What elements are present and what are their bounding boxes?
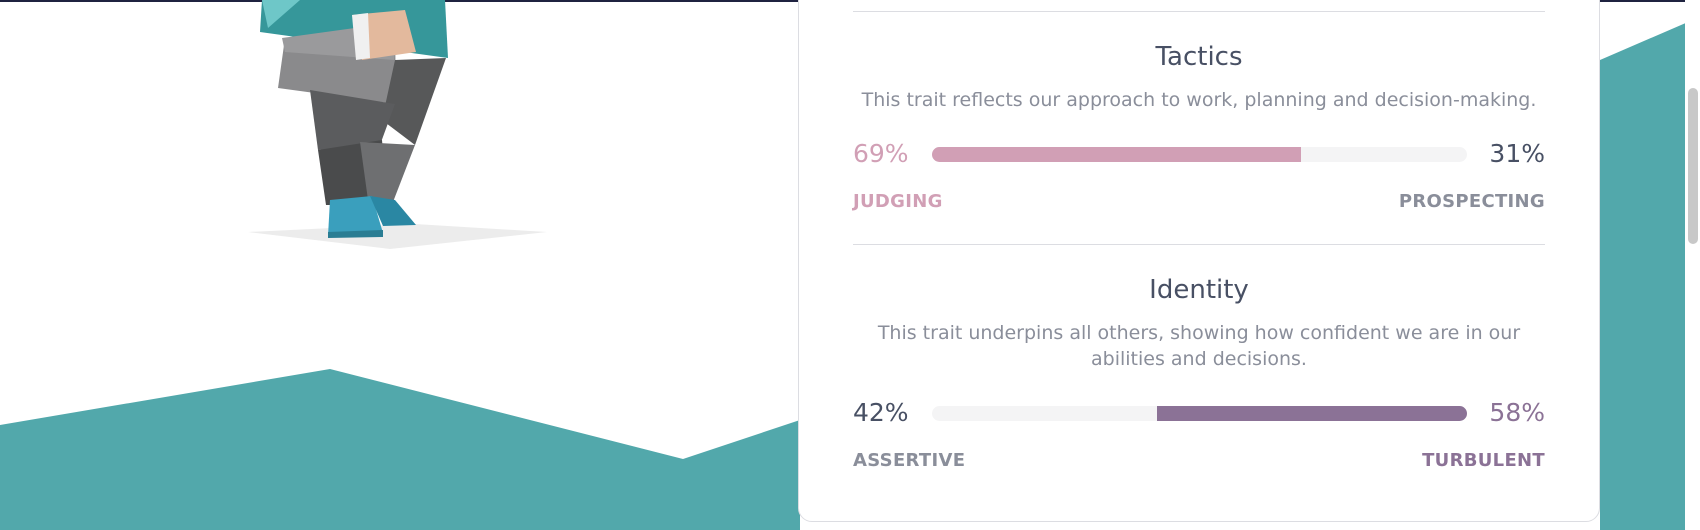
trait-title: Tactics	[1155, 42, 1243, 72]
divider-middle	[853, 244, 1545, 245]
trait-identity: Identity This trait underpins all others…	[853, 274, 1545, 474]
teal-hill-right	[1600, 22, 1688, 530]
trait-pole-labels: JUDGING PROSPECTING	[853, 189, 1545, 215]
trait-description: This trait reflects our approach to work…	[861, 89, 1537, 111]
person-figure-illustration	[248, 0, 547, 249]
right-percent: 58%	[1489, 398, 1545, 427]
left-percent: 42%	[853, 398, 909, 427]
scrollbar-thumb[interactable]	[1688, 88, 1698, 244]
scrollbar-track[interactable]	[1685, 0, 1700, 530]
left-pole-label: ASSERTIVE	[853, 450, 966, 471]
trait-bar-row: 42% 58%	[853, 396, 1545, 430]
left-pole-label: JUDGING	[853, 191, 943, 212]
trait-progress-bar	[932, 406, 1467, 421]
trait-tactics: Tactics This trait reflects our approach…	[853, 41, 1545, 215]
trait-progress-fill	[932, 147, 1302, 162]
trait-progress-bar	[932, 147, 1467, 162]
right-pole-label: TURBULENT	[1422, 450, 1545, 471]
trait-pole-labels: ASSERTIVE TURBULENT	[853, 448, 1545, 474]
left-percent: 69%	[853, 139, 909, 168]
trait-description: This trait underpins all others, showing…	[877, 322, 1521, 370]
traits-card: Tactics This trait reflects our approach…	[798, 0, 1600, 522]
right-percent: 31%	[1489, 139, 1545, 168]
divider-top	[853, 11, 1545, 12]
right-pole-label: PROSPECTING	[1398, 191, 1545, 212]
trait-title: Identity	[1149, 275, 1249, 305]
trait-progress-fill	[1156, 406, 1467, 421]
trait-bar-row: 69% 31%	[853, 137, 1545, 171]
teal-hill-left	[0, 369, 800, 530]
